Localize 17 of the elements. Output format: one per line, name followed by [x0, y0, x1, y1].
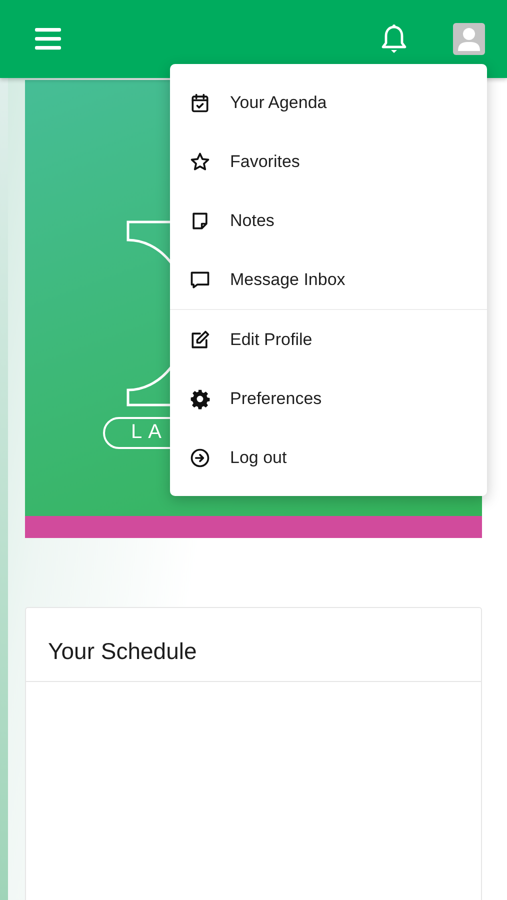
edit-icon	[189, 328, 211, 350]
menu-item[interactable]: Favorites	[170, 132, 487, 191]
menu-item[interactable]: Edit Profile	[170, 310, 487, 369]
settings-icon	[189, 388, 211, 410]
menu-item[interactable]: Preferences	[170, 369, 487, 428]
avatar-icon[interactable]	[453, 23, 485, 55]
calendar-check-icon	[189, 92, 211, 114]
menu-item[interactable]: Your Agenda	[170, 73, 487, 132]
menu-item[interactable]: Message Inbox	[170, 250, 487, 309]
menu-icon[interactable]	[35, 28, 61, 50]
menu-item[interactable]: Notes	[170, 191, 487, 250]
logout-icon	[189, 446, 211, 468]
logo-text: LA	[131, 421, 168, 443]
card-title: Your Schedule	[26, 608, 481, 682]
notification-bell-icon[interactable]	[380, 24, 408, 54]
star-icon	[189, 150, 211, 172]
menu-item[interactable]: Log out	[170, 428, 487, 487]
